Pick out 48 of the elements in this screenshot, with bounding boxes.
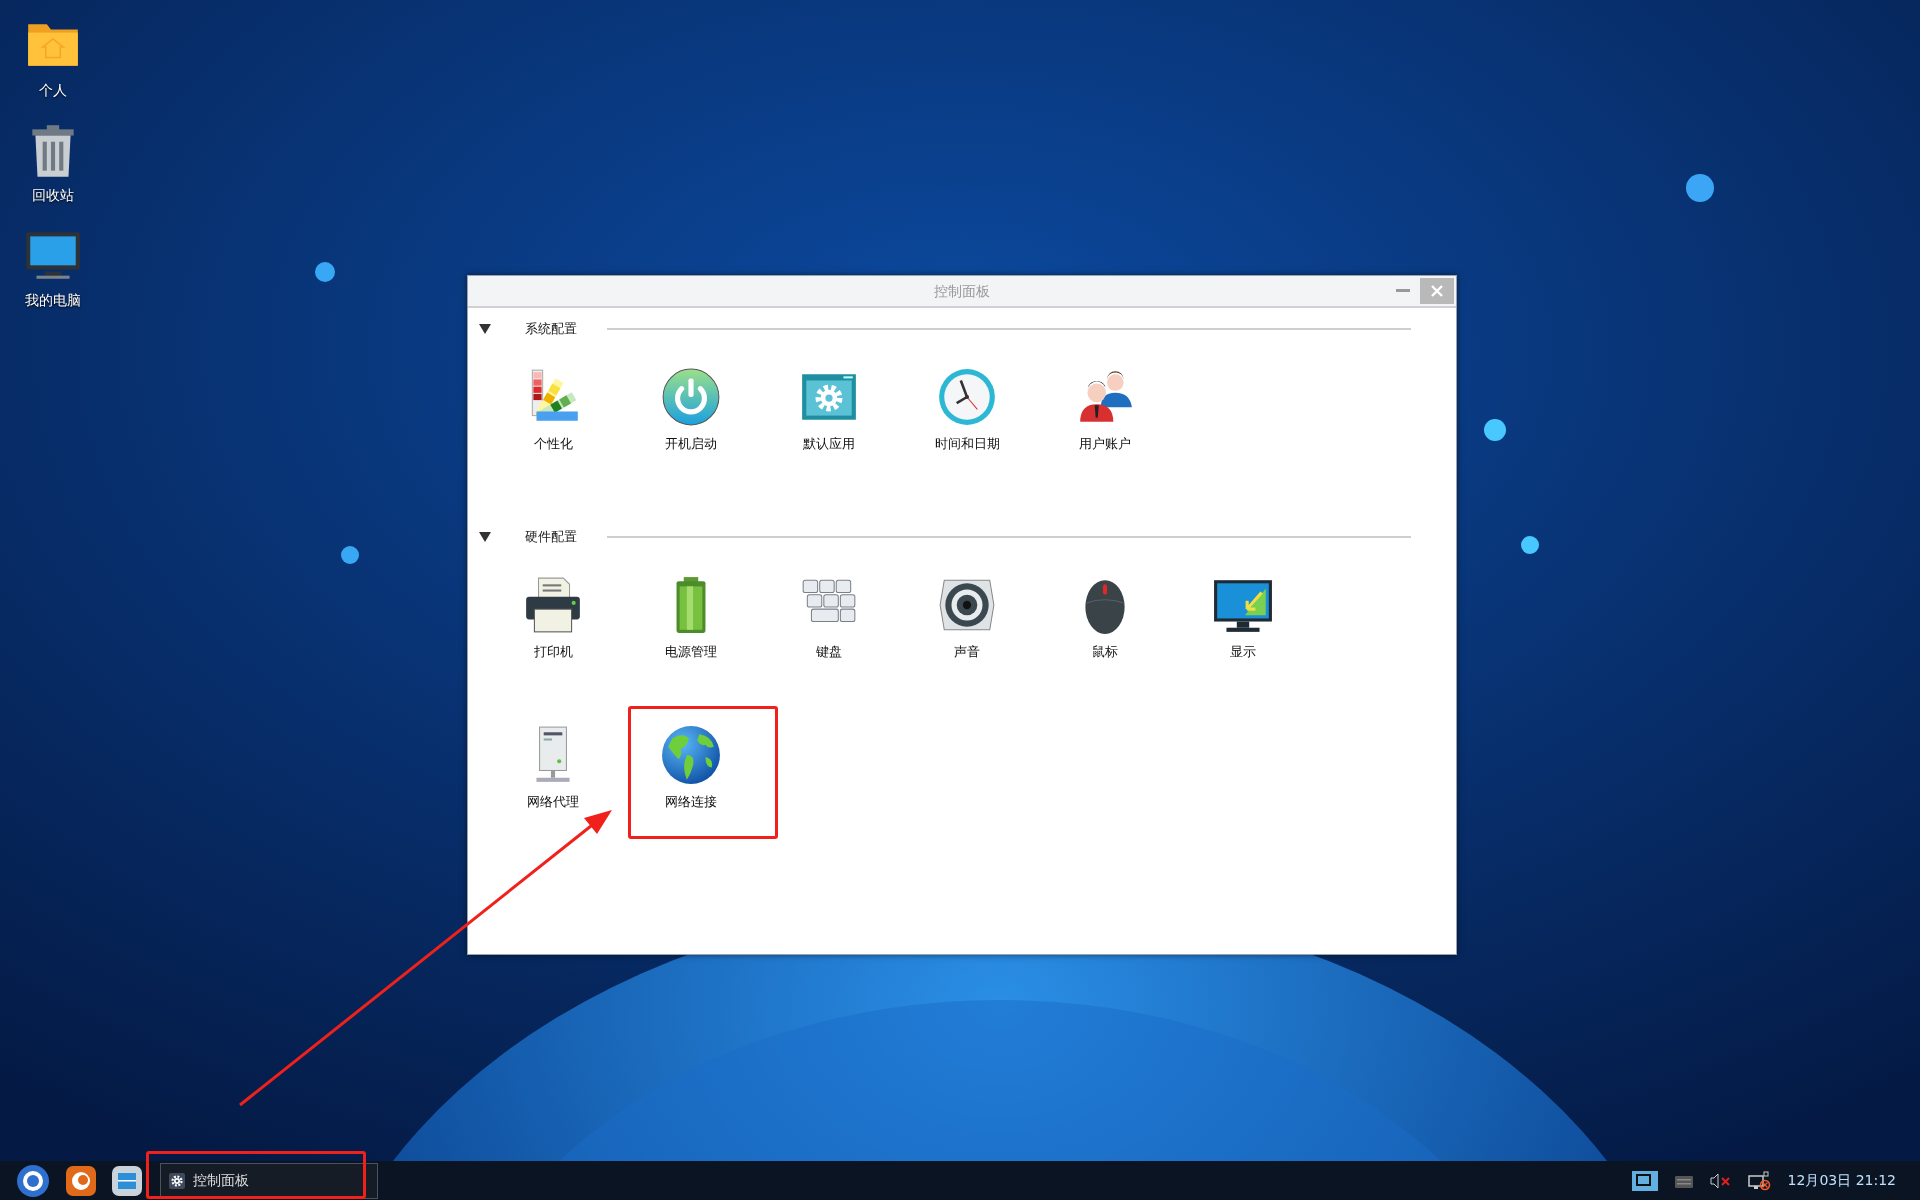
power-icon <box>660 366 722 428</box>
item-label: 开机启动 <box>665 435 717 453</box>
item-label: 默认应用 <box>803 435 855 453</box>
window-icon[interactable] <box>1631 1170 1658 1191</box>
section-title: 硬件配置 <box>525 528 577 547</box>
gear-icon <box>169 1172 185 1189</box>
item-label: 键盘 <box>816 643 842 661</box>
close-icon <box>1431 285 1443 297</box>
start-menu-icon[interactable] <box>16 1163 50 1198</box>
speaker-muted-icon[interactable] <box>1709 1172 1732 1189</box>
control-panel-item[interactable]: 显示 <box>1174 574 1312 724</box>
control-panel-item[interactable]: 时间和日期 <box>898 366 1036 516</box>
control-panel-item[interactable]: 电源管理 <box>622 574 760 724</box>
minimize-icon <box>1396 289 1410 293</box>
item-label: 网络代理 <box>527 793 579 811</box>
item-label: 个性化 <box>533 435 573 453</box>
desktop-icon-label[interactable]: 我的电脑 <box>25 290 81 311</box>
taskbar-button[interactable]: 控制面板 <box>160 1162 378 1199</box>
item-label: 打印机 <box>533 643 573 661</box>
item-label: 电源管理 <box>665 643 717 661</box>
control-panel-item[interactable]: 用户账户 <box>1036 366 1174 516</box>
clock-icon <box>936 366 998 428</box>
item-label: 鼠标 <box>1092 643 1118 661</box>
file-cabinet-icon[interactable] <box>112 1165 142 1196</box>
control-panel-item[interactable]: 声音 <box>898 574 1036 724</box>
control-panel-item[interactable]: 网络连接 <box>622 724 760 874</box>
expand-icon[interactable] <box>479 324 491 334</box>
window-title: 控制面板 <box>934 281 990 301</box>
item-label: 显示 <box>1230 643 1256 661</box>
control-panel-item[interactable]: 键盘 <box>760 574 898 724</box>
network-icon[interactable] <box>1747 1170 1772 1191</box>
globe-icon <box>660 724 722 786</box>
item-label: 用户账户 <box>1079 435 1131 453</box>
clock[interactable]: 12月03日 21:12 <box>1787 1170 1896 1191</box>
desktop-icon-label[interactable]: 个人 <box>39 80 67 101</box>
desktop-icon-label[interactable]: 回收站 <box>32 185 74 206</box>
control-panel-item[interactable]: 网络代理 <box>484 724 622 874</box>
control-panel-item[interactable]: 默认应用 <box>760 366 898 516</box>
item-label: 网络连接 <box>665 793 717 811</box>
item-label: 声音 <box>954 643 980 661</box>
control-panel-item[interactable]: 鼠标 <box>1036 574 1174 724</box>
control-panel-item[interactable]: 开机启动 <box>622 366 760 516</box>
control-panel-item[interactable]: 打印机 <box>484 574 622 724</box>
item-label: 时间和日期 <box>934 435 1000 453</box>
expand-icon[interactable] <box>479 532 491 542</box>
control-panel-item[interactable]: 个性化 <box>484 366 622 516</box>
browser-icon[interactable] <box>66 1165 96 1196</box>
section-title: 系统配置 <box>525 320 577 339</box>
